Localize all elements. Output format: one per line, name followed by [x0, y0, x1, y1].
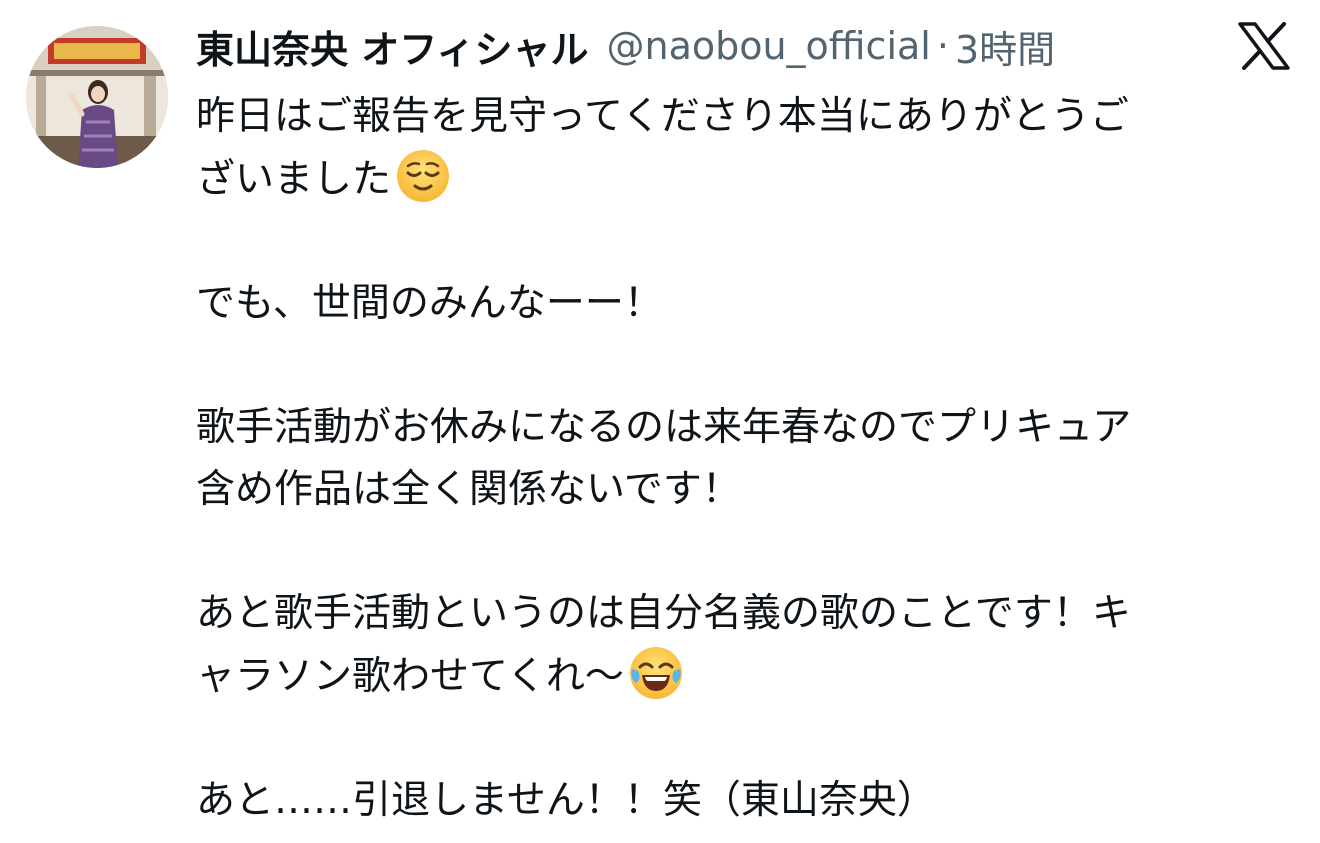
avatar[interactable] — [26, 26, 168, 168]
text-line-with-emoji: ざいました — [196, 148, 1296, 211]
text-line: でも、世間のみんなーー！ — [196, 281, 663, 326]
tweet-paragraph-4: あと歌手活動というのは自分名義の歌のことです！キ ャラソン歌わせてくれ〜 — [196, 583, 1296, 708]
text-line: 歌手活動がお休みになるのは来年春なのでプリキュア — [196, 405, 1132, 450]
tweet-header: 東山奈央 オフィシャル @naobou_official · 3時間 — [196, 18, 1055, 74]
text-line: あと歌手活動というのは自分名義の歌のことです！キ — [196, 591, 1131, 636]
profile-photo — [26, 26, 168, 168]
text-line: ャラソン歌わせてくれ〜 — [196, 654, 624, 699]
tweet-text: 昨日はご報告を見守ってくださり本当にありがとうご ざいました でも、世間のみんな… — [196, 86, 1296, 832]
x-logo-icon[interactable] — [1238, 22, 1290, 70]
text-line: ざいました — [196, 157, 392, 202]
user-handle[interactable]: @naobou_official — [606, 24, 930, 68]
timestamp[interactable]: 3時間 — [955, 19, 1055, 74]
display-name[interactable]: 東山奈央 オフィシャル — [196, 19, 588, 74]
tweet-paragraph-5: あと……引退しません！！笑（東山奈央） — [196, 770, 1296, 832]
tweet-paragraph-2: でも、世間のみんなーー！ — [196, 273, 1296, 335]
tears-of-joy-emoji-icon — [628, 645, 684, 701]
separator-dot: · — [936, 24, 949, 68]
tweet-paragraph-1: 昨日はご報告を見守ってくださり本当にありがとうご ざいました — [196, 86, 1296, 211]
tweet-paragraph-3: 歌手活動がお休みになるのは来年春なのでプリキュア 含め作品は全く関係ないです！ — [196, 397, 1296, 521]
relieved-face-emoji-icon — [395, 148, 451, 204]
text-line: 含め作品は全く関係ないです！ — [196, 467, 741, 512]
text-line-with-emoji: ャラソン歌わせてくれ〜 — [196, 645, 1296, 708]
text-line: あと……引退しません！！笑（東山奈央） — [196, 778, 936, 823]
text-line: 昨日はご報告を見守ってくださり本当にありがとうご — [196, 94, 1129, 139]
